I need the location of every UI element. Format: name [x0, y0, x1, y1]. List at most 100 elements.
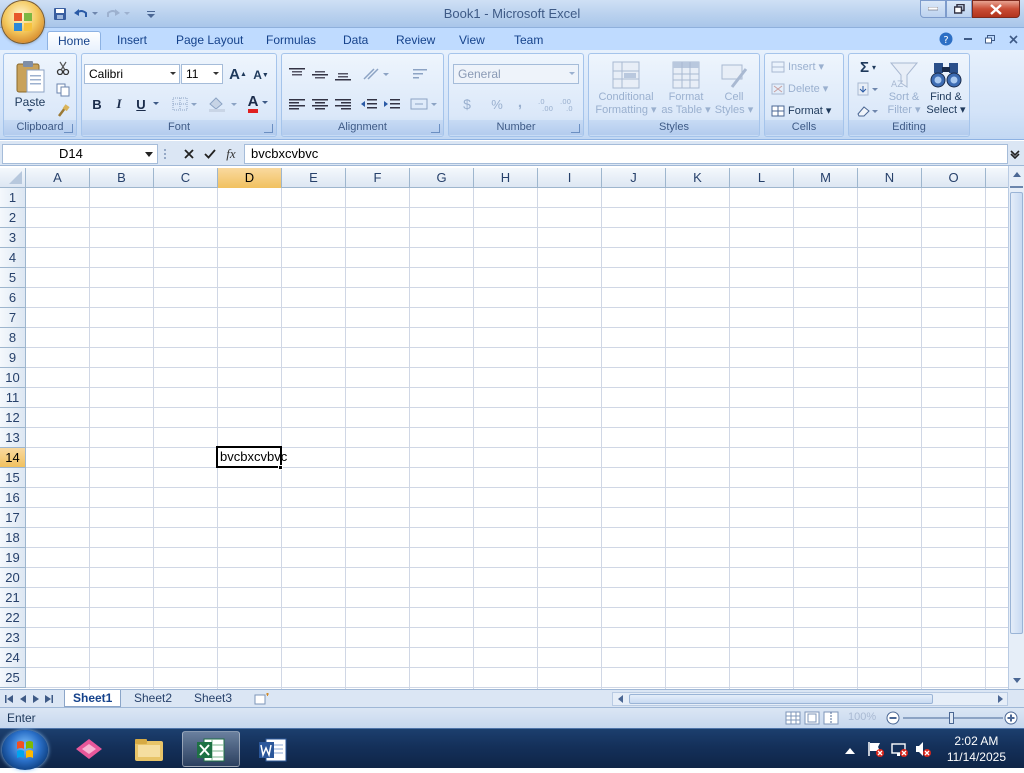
- row-header[interactable]: 1: [0, 188, 26, 208]
- font-color-button[interactable]: A: [244, 94, 276, 114]
- scroll-up-icon[interactable]: [1011, 168, 1023, 180]
- row-header[interactable]: 15: [0, 468, 26, 488]
- tab-team[interactable]: Team: [504, 31, 553, 50]
- increase-decimal-icon[interactable]: .0.00: [537, 94, 557, 114]
- formula-bar-grip[interactable]: [162, 147, 168, 161]
- select-all-button[interactable]: [0, 168, 26, 188]
- column-header[interactable]: B: [90, 168, 154, 188]
- insert-sheet-icon[interactable]: [252, 691, 272, 706]
- column-header[interactable]: H: [474, 168, 538, 188]
- paste-button[interactable]: Paste: [8, 56, 52, 116]
- formula-input[interactable]: bvcbxcvbvc: [244, 144, 1008, 164]
- format-painter-icon[interactable]: [54, 102, 72, 120]
- zoom-in-icon[interactable]: [1004, 711, 1018, 725]
- scroll-left-icon[interactable]: [615, 694, 625, 704]
- last-sheet-icon[interactable]: [44, 693, 54, 705]
- column-header[interactable]: N: [858, 168, 922, 188]
- clipboard-launcher-icon[interactable]: [64, 124, 73, 133]
- name-box-dropdown-icon[interactable]: [145, 152, 153, 157]
- format-as-table-button[interactable]: Format as Table ▾: [661, 55, 711, 121]
- zoom-slider-thumb[interactable]: [949, 712, 954, 724]
- row-header[interactable]: 7: [0, 308, 26, 328]
- workbook-close-icon[interactable]: [1005, 31, 1021, 47]
- close-button[interactable]: [972, 0, 1020, 18]
- sheet-tab-2[interactable]: Sheet2: [126, 690, 180, 707]
- insert-cells-button[interactable]: Insert ▾: [771, 60, 824, 73]
- column-header[interactable]: A: [26, 168, 90, 188]
- column-header[interactable]: L: [730, 168, 794, 188]
- next-sheet-icon[interactable]: [31, 693, 41, 705]
- align-middle-icon[interactable]: [309, 64, 331, 84]
- taskbar-explorer[interactable]: [120, 731, 178, 767]
- ribbon-restore-icon[interactable]: [982, 31, 998, 47]
- orientation-icon[interactable]: [360, 64, 392, 84]
- column-header[interactable]: D: [218, 168, 282, 188]
- row-header[interactable]: 17: [0, 508, 26, 528]
- font-name-select[interactable]: Calibri: [84, 64, 180, 84]
- page-layout-view-icon[interactable]: [804, 711, 820, 725]
- vertical-scroll-thumb[interactable]: [1010, 192, 1023, 634]
- delete-cells-button[interactable]: Delete ▾: [771, 82, 828, 95]
- align-center-icon[interactable]: [309, 94, 331, 114]
- clear-button[interactable]: [853, 102, 883, 120]
- shrink-font-button[interactable]: A ▼: [251, 66, 271, 84]
- cut-icon[interactable]: [54, 59, 72, 77]
- zoom-level[interactable]: 100%: [848, 711, 876, 723]
- network-icon[interactable]: [890, 740, 908, 758]
- taskbar-excel[interactable]: [182, 731, 240, 767]
- first-sheet-icon[interactable]: [4, 693, 14, 705]
- row-header[interactable]: 22: [0, 608, 26, 628]
- sort-filter-button[interactable]: AZ Sort & Filter ▾: [885, 55, 923, 121]
- horizontal-scroll-thumb[interactable]: [629, 694, 933, 704]
- fill-color-button[interactable]: [206, 94, 240, 114]
- underline-button[interactable]: U: [132, 94, 150, 114]
- percent-style-button[interactable]: %: [487, 94, 507, 114]
- font-size-select[interactable]: 11: [181, 64, 223, 84]
- row-header[interactable]: 24: [0, 648, 26, 668]
- increase-indent-icon[interactable]: [381, 94, 403, 114]
- align-right-icon[interactable]: [332, 94, 354, 114]
- active-cell-d14[interactable]: bvcbxcvbvc: [216, 446, 287, 468]
- comma-style-button[interactable]: ,: [511, 92, 529, 112]
- row-header[interactable]: 9: [0, 348, 26, 368]
- copy-icon[interactable]: [54, 81, 72, 99]
- tab-insert[interactable]: Insert: [107, 31, 157, 50]
- vertical-scrollbar[interactable]: [1008, 166, 1024, 689]
- column-header[interactable]: C: [154, 168, 218, 188]
- borders-button[interactable]: [170, 94, 200, 114]
- column-header[interactable]: O: [922, 168, 986, 188]
- align-left-icon[interactable]: [286, 94, 308, 114]
- ribbon-minimize-icon[interactable]: [960, 31, 976, 47]
- expand-formula-bar-icon[interactable]: [1009, 146, 1021, 162]
- insert-function-button[interactable]: fx: [222, 145, 240, 163]
- column-header[interactable]: F: [346, 168, 410, 188]
- number-format-select[interactable]: General: [453, 64, 579, 84]
- row-header[interactable]: 25: [0, 668, 26, 688]
- accounting-format-button[interactable]: $: [455, 94, 479, 114]
- align-top-icon[interactable]: [286, 64, 308, 84]
- taskbar-clock[interactable]: 2:02 AM 11/14/2025: [947, 733, 1006, 765]
- cell-styles-button[interactable]: Cell Styles ▾: [711, 55, 757, 121]
- column-header[interactable]: G: [410, 168, 474, 188]
- tab-review[interactable]: Review: [386, 31, 445, 50]
- restore-button[interactable]: [946, 0, 972, 18]
- tab-home[interactable]: Home: [47, 31, 102, 50]
- confirm-entry-icon[interactable]: [201, 145, 219, 163]
- name-box[interactable]: D14: [2, 144, 158, 164]
- zoom-slider[interactable]: [903, 712, 1003, 724]
- column-header[interactable]: M: [794, 168, 858, 188]
- wrap-text-icon[interactable]: [408, 64, 432, 84]
- row-header[interactable]: 21: [0, 588, 26, 608]
- office-button[interactable]: [2, 1, 44, 43]
- column-header[interactable]: E: [282, 168, 346, 188]
- volume-icon[interactable]: [914, 740, 932, 758]
- alignment-launcher-icon[interactable]: [431, 124, 440, 133]
- row-header[interactable]: 6: [0, 288, 26, 308]
- row-header[interactable]: 4: [0, 248, 26, 268]
- find-select-button[interactable]: Find & Select ▾: [925, 55, 967, 121]
- action-center-icon[interactable]: [866, 740, 884, 758]
- font-launcher-icon[interactable]: [264, 124, 273, 133]
- column-header[interactable]: I: [538, 168, 602, 188]
- page-break-view-icon[interactable]: [823, 711, 839, 725]
- row-header[interactable]: 12: [0, 408, 26, 428]
